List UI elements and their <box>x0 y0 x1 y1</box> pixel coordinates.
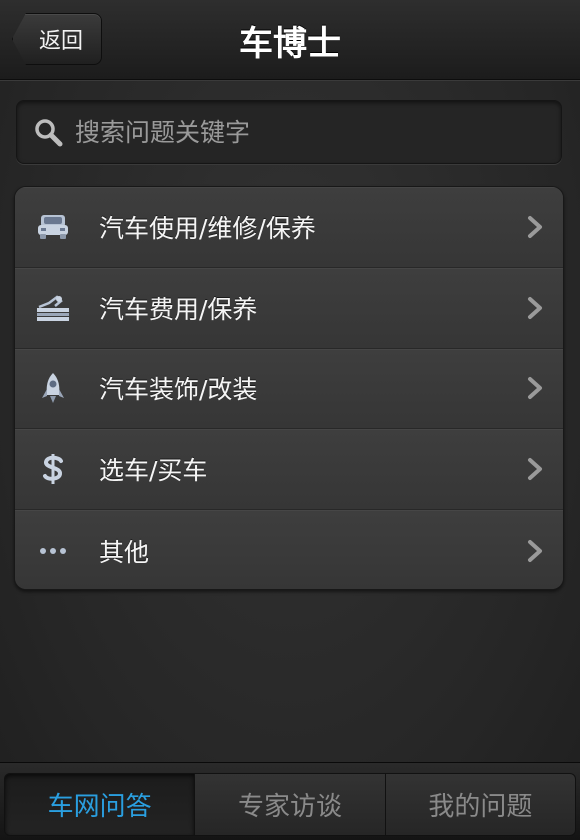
list-item-label: 汽车使用/维修/保养 <box>99 213 316 243</box>
category-list: 汽车使用/维修/保养 汽车费用/保养 汽车装饰/改装 选车/买车 其他 <box>14 186 564 590</box>
nav-bar: 返回 车博士 <box>0 0 580 80</box>
chevron-right-icon <box>528 215 542 238</box>
more-dots-icon <box>33 531 73 571</box>
tab-qa[interactable]: 车网问答 <box>4 773 196 836</box>
screen: 返回 车博士 汽车使用/维修/保养 <box>0 0 580 840</box>
search-icon <box>35 119 63 147</box>
chevron-right-icon <box>528 539 542 562</box>
list-item-car-cost[interactable]: 汽车费用/保养 <box>15 267 563 349</box>
chevron-right-icon <box>528 296 542 319</box>
list-item-buy-car[interactable]: 选车/买车 <box>15 429 563 511</box>
page-title: 车博士 <box>239 24 341 64</box>
search-bar[interactable] <box>16 100 562 164</box>
dollar-icon <box>33 449 73 489</box>
tab-expert-interview[interactable]: 专家访谈 <box>195 773 386 836</box>
money-stack-icon <box>33 288 73 328</box>
list-item-car-decoration[interactable]: 汽车装饰/改装 <box>15 348 563 430</box>
list-item-car-use[interactable]: 汽车使用/维修/保养 <box>15 187 563 268</box>
tab-my-questions[interactable]: 我的问题 <box>385 773 576 836</box>
chevron-right-icon <box>528 377 542 400</box>
list-item-label: 选车/买车 <box>99 456 208 486</box>
tab-bar: 车网问答 专家访谈 我的问题 <box>0 762 580 840</box>
search-input[interactable] <box>75 101 561 163</box>
rocket-icon <box>33 368 73 408</box>
list-item-other[interactable]: 其他 <box>15 510 563 589</box>
car-icon <box>33 207 73 247</box>
list-item-label: 其他 <box>99 537 150 567</box>
chevron-right-icon <box>528 458 542 481</box>
list-item-label: 汽车装饰/改装 <box>99 375 258 405</box>
list-item-label: 汽车费用/保养 <box>99 294 258 324</box>
